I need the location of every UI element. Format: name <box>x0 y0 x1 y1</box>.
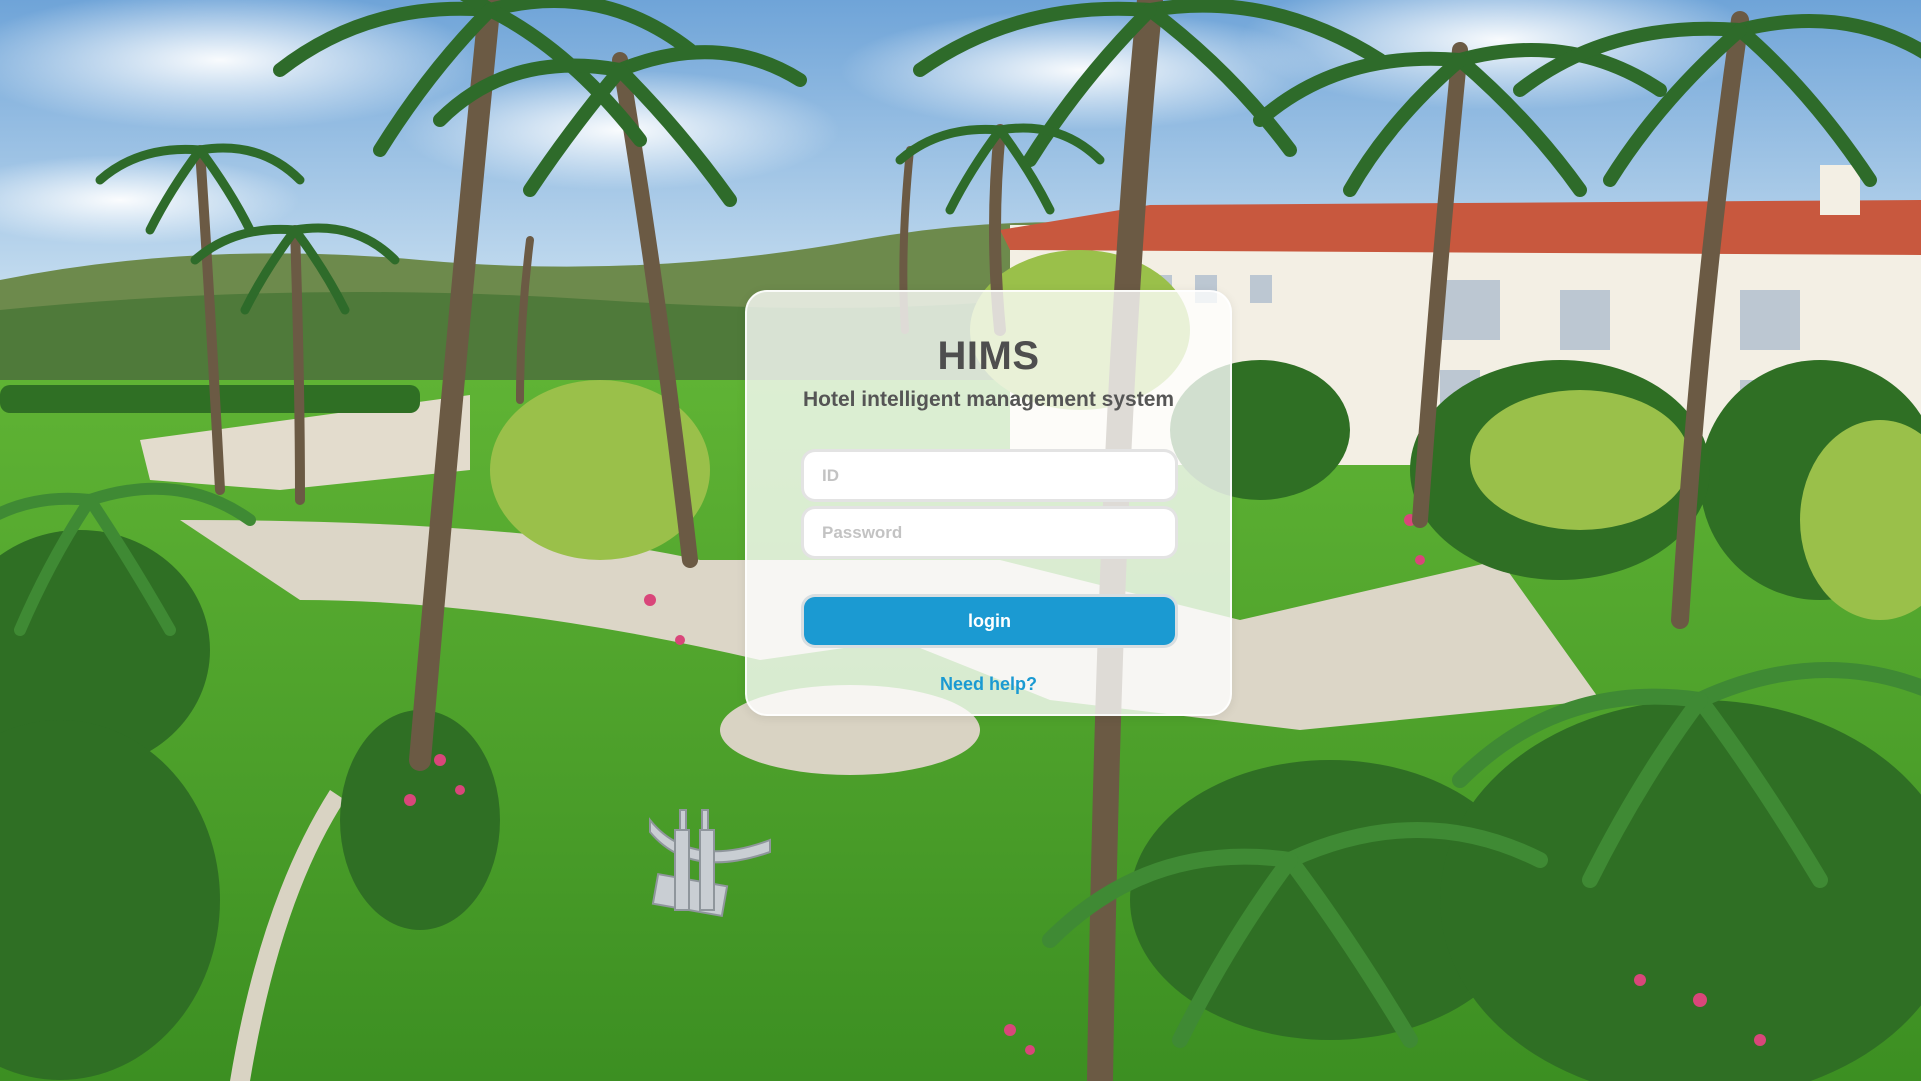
password-input[interactable] <box>801 506 1178 559</box>
id-input[interactable] <box>801 449 1178 502</box>
login-button[interactable]: login <box>801 594 1178 648</box>
app-title: HIMS <box>937 334 1040 378</box>
login-card: HIMS Hotel intelligent management system… <box>745 290 1232 716</box>
login-screen: HIMS Hotel intelligent management system… <box>0 0 1921 1081</box>
app-subtitle: Hotel intelligent management system <box>802 388 1175 411</box>
need-help-link[interactable]: Need help? <box>747 674 1230 695</box>
